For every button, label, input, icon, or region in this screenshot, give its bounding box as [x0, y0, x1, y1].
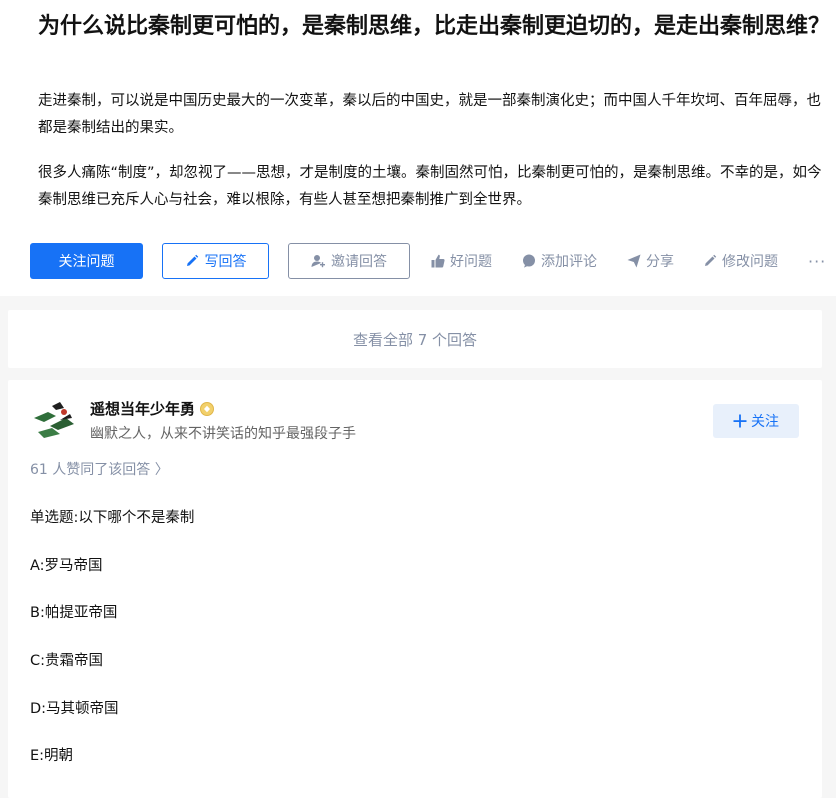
- voters-link[interactable]: 61 人赞同了该回答 〉: [30, 459, 169, 479]
- follow-question-label: 关注问题: [58, 254, 115, 270]
- answer-text-line: 单选题:以下哪个不是秦制: [30, 510, 195, 526]
- question-header: 为什么说比秦制更可怕的，是秦制思维，比走出秦制更迫切的，是走出秦制思维？ 走进秦…: [0, 0, 836, 296]
- avatar[interactable]: [30, 396, 78, 444]
- good-question-label: 好问题: [450, 254, 492, 270]
- pencil-icon: [185, 254, 199, 268]
- add-comment-button[interactable]: 添加评论: [522, 243, 597, 279]
- badge-icon: [200, 401, 215, 416]
- share-label: 分享: [646, 254, 674, 270]
- author-bio: 幽默之人，从来不讲笑话的知乎最强段子手: [90, 426, 356, 442]
- author-name[interactable]: 遥想当年少年勇: [90, 398, 215, 419]
- share-button[interactable]: 分享: [627, 243, 674, 279]
- add-comment-label: 添加评论: [541, 254, 597, 270]
- more-options-icon: ···: [808, 251, 827, 271]
- comment-bubble-icon: [522, 254, 536, 268]
- write-answer-button[interactable]: 写回答: [162, 243, 269, 279]
- answer-option-b: B:帕提亚帝国: [30, 605, 118, 621]
- answer-option-a: A:罗马帝国: [30, 558, 103, 574]
- follow-author-button[interactable]: 关注: [713, 404, 799, 438]
- author-name-text: 遥想当年少年勇: [90, 400, 196, 418]
- pencil-icon: [703, 254, 717, 268]
- view-all-answers-label: 查看全部 7 个回答: [352, 330, 478, 349]
- invite-answer-label: 邀请回答: [331, 254, 387, 270]
- follow-author-label: 关注: [751, 414, 779, 430]
- view-all-answers-button[interactable]: 查看全部 7 个回答: [8, 310, 822, 368]
- avatar-image: [30, 396, 78, 444]
- good-question-button[interactable]: 好问题: [431, 243, 492, 279]
- question-action-bar: 关注问题 写回答 邀请回答 好问题 添加评论 分享 修改问题 ···: [0, 243, 836, 281]
- answer-option-c: C:贵霜帝国: [30, 653, 104, 669]
- answer-option-e: E:明朝: [30, 748, 74, 764]
- answer-option-d: D:马其顿帝国: [30, 701, 119, 717]
- question-description-paragraph-1: 走进秦制，可以说是中国历史最大的一次变革，秦以后的中国史，就是一部秦制演化史；而…: [38, 93, 821, 136]
- edit-question-label: 修改问题: [722, 254, 778, 270]
- paper-plane-icon: [627, 254, 641, 268]
- question-title: 为什么说比秦制更可怕的，是秦制思维，比走出秦制更迫切的，是走出秦制思维？: [38, 14, 831, 39]
- answer-card: 遥想当年少年勇 幽默之人，从来不讲笑话的知乎最强段子手 关注 61 人赞同了该回…: [8, 380, 822, 798]
- plus-icon: [733, 414, 747, 428]
- more-options-button[interactable]: ···: [808, 243, 826, 279]
- question-description-paragraph-2: 很多人痛陈“制度”，却忽视了——思想，才是制度的土壤。秦制固然可怕，比秦制更可怕…: [38, 165, 822, 208]
- write-answer-label: 写回答: [204, 254, 247, 270]
- invite-answer-button[interactable]: 邀请回答: [288, 243, 410, 279]
- person-add-icon: [311, 254, 325, 268]
- edit-question-button[interactable]: 修改问题: [703, 243, 778, 279]
- follow-question-button[interactable]: 关注问题: [30, 243, 143, 279]
- thumb-up-icon: [431, 254, 445, 268]
